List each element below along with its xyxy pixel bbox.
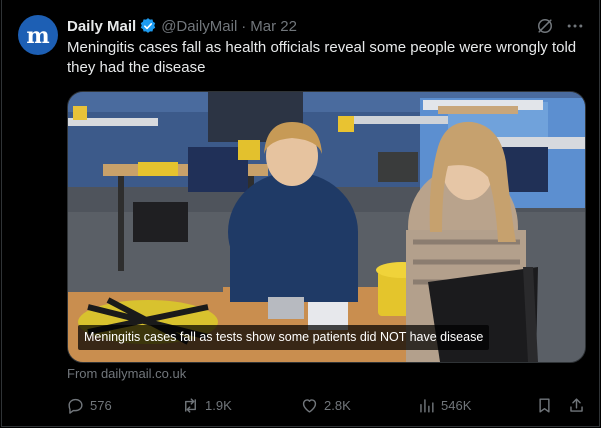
views-button[interactable]: 546K	[417, 393, 471, 417]
verified-badge-icon	[141, 18, 156, 33]
repost-count: 1.9K	[205, 397, 232, 413]
reply-count: 576	[90, 397, 112, 413]
like-count: 2.8K	[324, 397, 351, 413]
grok-icon[interactable]	[535, 16, 555, 36]
handle[interactable]: @DailyMail	[161, 18, 237, 35]
share-button[interactable]	[567, 393, 586, 417]
reply-button[interactable]: 576	[66, 393, 112, 417]
views-icon	[420, 398, 434, 413]
daily-mail-logo-icon: m	[26, 23, 49, 48]
repost-button[interactable]: 1.9K	[181, 393, 232, 417]
tweet-media[interactable]: Meningitis cases fall as tests show some…	[67, 91, 586, 363]
link-source[interactable]: From dailymail.co.uk	[67, 366, 186, 381]
repost-icon	[185, 397, 196, 413]
more-icon[interactable]	[565, 16, 585, 36]
separator-dot: ·	[241, 17, 247, 35]
video-still-image	[68, 92, 585, 362]
action-bar: 576 1.9K 2.8K 546K	[62, 393, 590, 417]
share-icon	[570, 397, 583, 412]
bookmark-button[interactable]	[535, 393, 554, 417]
display-name[interactable]: Daily Mail	[67, 18, 136, 35]
views-count: 546K	[441, 397, 472, 413]
tweet-header: Daily Mail @DailyMail · Mar 22	[67, 16, 297, 36]
post-date[interactable]: Mar 22	[250, 18, 297, 35]
like-button[interactable]: 2.8K	[300, 393, 351, 417]
top-actions	[535, 16, 585, 36]
like-icon	[302, 398, 317, 413]
media-caption: Meningitis cases fall as tests show some…	[78, 325, 490, 350]
tweet-text: Meningitis cases fall as health official…	[67, 39, 577, 76]
avatar[interactable]: m	[18, 15, 58, 55]
bookmark-icon	[539, 397, 550, 413]
tweet-card[interactable]: m Daily Mail @DailyMail · Mar 22 Meningi…	[1, 0, 600, 427]
reply-icon	[68, 398, 83, 414]
svg-text:m: m	[26, 23, 49, 48]
